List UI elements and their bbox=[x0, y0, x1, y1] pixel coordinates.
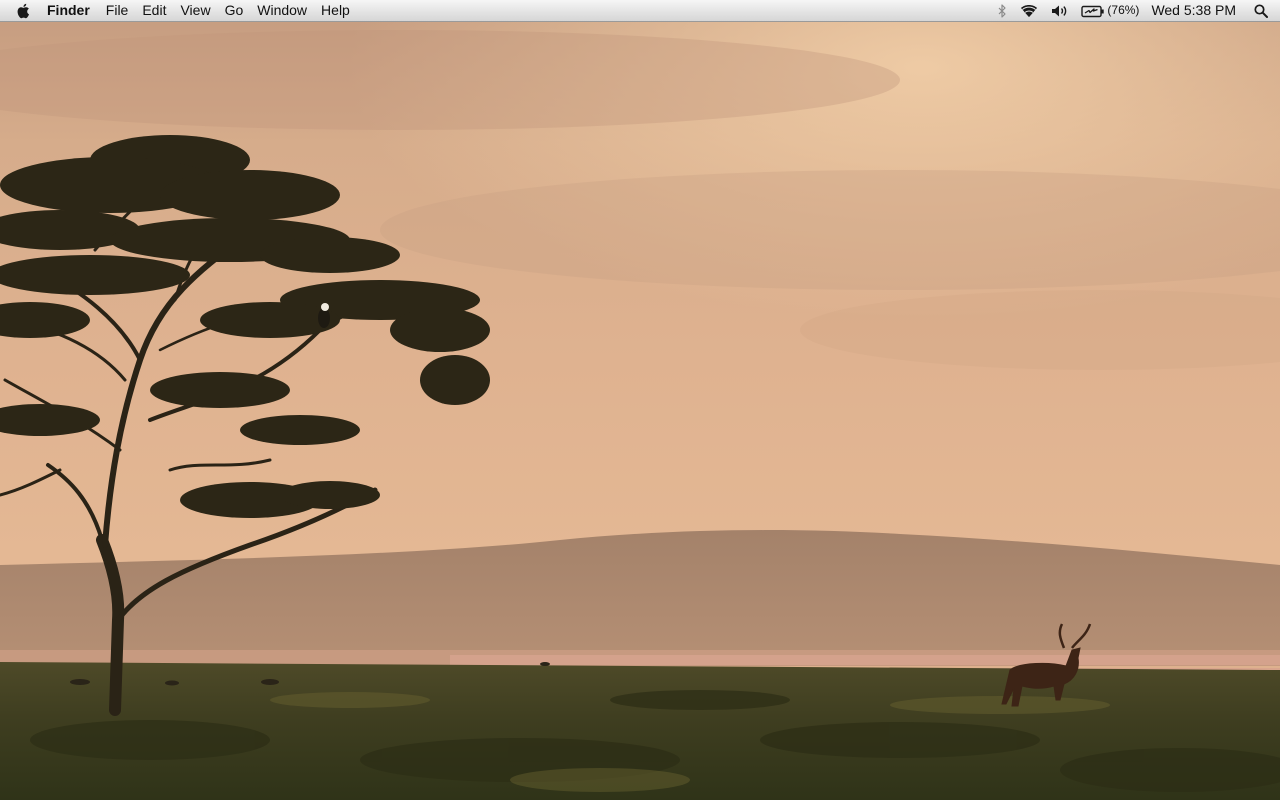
wallpaper-image bbox=[0, 0, 1280, 800]
battery-menu[interactable]: (76%) bbox=[1075, 0, 1143, 21]
app-menu-finder[interactable]: Finder bbox=[42, 0, 99, 21]
battery-percentage: (76%) bbox=[1107, 3, 1140, 17]
wifi-menu[interactable] bbox=[1013, 0, 1045, 21]
menu-view[interactable]: View bbox=[173, 0, 217, 21]
menu-go[interactable]: Go bbox=[218, 0, 251, 21]
wifi-icon bbox=[1021, 4, 1038, 17]
bluetooth-menu[interactable] bbox=[991, 0, 1013, 21]
menu-bar-status-area: (76%) Wed 5:38 PM bbox=[991, 0, 1280, 21]
menu-help[interactable]: Help bbox=[314, 0, 357, 21]
menu-bar: Finder File Edit View Go Window Help (76… bbox=[0, 0, 1280, 22]
volume-menu[interactable] bbox=[1045, 0, 1075, 21]
spotlight-search-icon bbox=[1254, 3, 1268, 18]
battery-charging-icon bbox=[1081, 5, 1105, 17]
menu-file[interactable]: File bbox=[99, 0, 136, 21]
spotlight-button[interactable] bbox=[1248, 0, 1280, 21]
apple-icon bbox=[17, 3, 29, 18]
volume-icon bbox=[1052, 5, 1067, 16]
menu-edit[interactable]: Edit bbox=[135, 0, 173, 21]
desktop-wallpaper bbox=[0, 0, 1280, 800]
bluetooth-icon bbox=[998, 3, 1007, 18]
menu-bar-left: Finder File Edit View Go Window Help bbox=[0, 0, 357, 21]
menu-window[interactable]: Window bbox=[250, 0, 314, 21]
apple-menu-button[interactable] bbox=[0, 0, 42, 21]
menu-clock[interactable]: Wed 5:38 PM bbox=[1143, 0, 1248, 21]
